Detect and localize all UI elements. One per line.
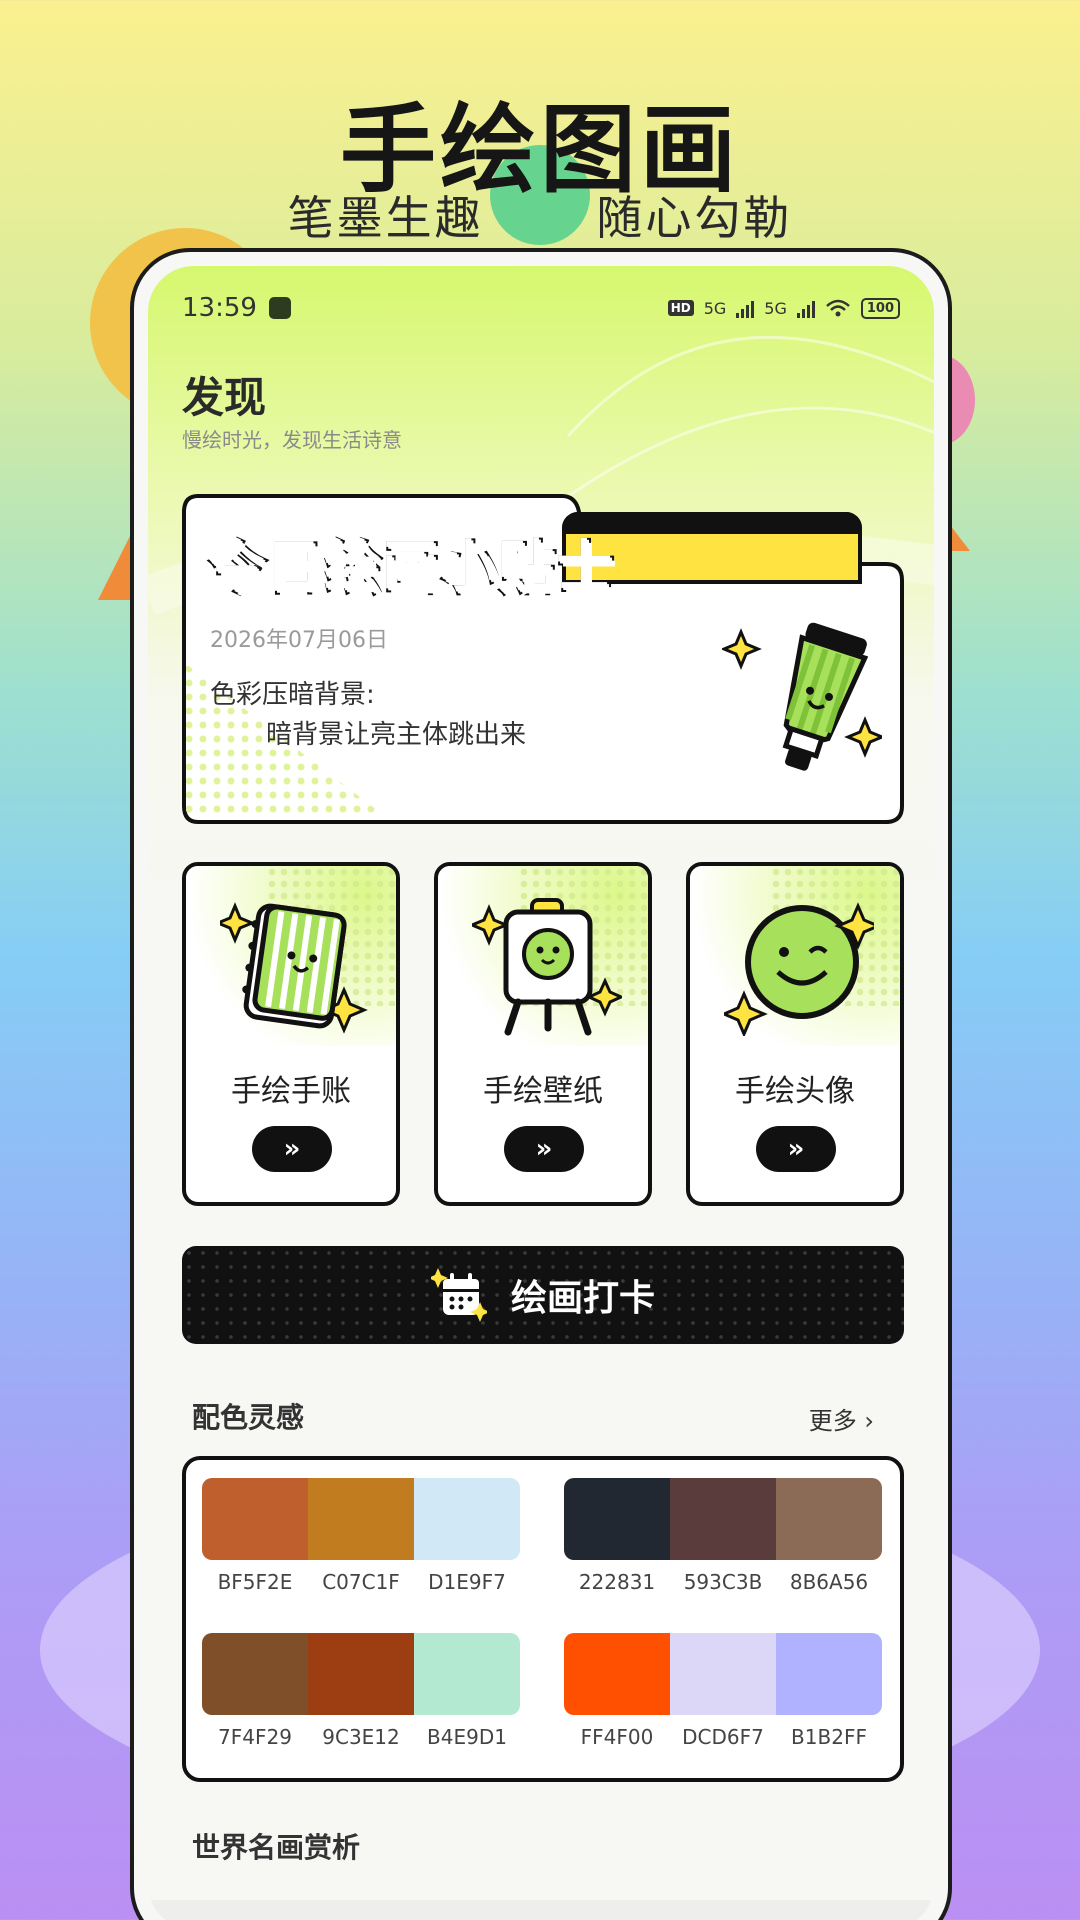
tip-date: 2026年07月06日 (210, 628, 388, 653)
feature-card-avatar[interactable]: 手绘头像 » (686, 862, 904, 1206)
daily-tip-card[interactable]: 今日绘画小贴士 2026年07月06日 色彩压暗背景: 暗背景让亮主体跳出来 (182, 494, 904, 824)
palette-card: BF5F2E C07C1F D1E9F7 222831 593C3B 8B6A5… (182, 1456, 904, 1782)
color-swatch[interactable]: DCD6F7 (670, 1633, 776, 1749)
notebook-icon (220, 902, 368, 1034)
color-swatch[interactable]: C07C1F (308, 1478, 414, 1594)
color-swatch[interactable]: D1E9F7 (414, 1478, 520, 1594)
color-swatch[interactable]: 7F4F29 (202, 1633, 308, 1749)
go-button-wallpaper[interactable]: » (504, 1126, 584, 1172)
palette-section-title: 配色灵感 (192, 1401, 305, 1434)
feature-row: 手绘手账 » 手绘壁纸 » 手绘头像 » (182, 862, 904, 1206)
signal-icon-2 (796, 298, 815, 318)
network-label-1: 5G (703, 298, 727, 318)
color-swatch[interactable]: B4E9D1 (414, 1633, 520, 1749)
palette-more-link[interactable]: 更多 › (809, 1401, 874, 1436)
app-screen: 13:59 HD 5G 5G 100 发现 慢绘时光，发现生活诗意 今日绘画小贴… (148, 266, 934, 1920)
checkin-label: 绘画打卡 (510, 1278, 655, 1319)
masterpieces-section-title: 世界名画赏析 (192, 1831, 361, 1864)
signal-icon-1 (736, 298, 755, 318)
palette-4[interactable]: FF4F00 DCD6F7 B1B2FF (564, 1633, 882, 1749)
go-button-journal[interactable]: » (252, 1126, 332, 1172)
color-swatch[interactable]: 8B6A56 (776, 1478, 882, 1594)
palette-3[interactable]: 7F4F29 9C3E12 B4E9D1 (202, 1633, 520, 1749)
status-time: 13:59 (182, 293, 257, 323)
checkin-button[interactable]: 绘画打卡 (182, 1246, 904, 1344)
color-swatch[interactable]: 9C3E12 (308, 1633, 414, 1749)
hd-icon: HD (667, 300, 694, 316)
page-title: 发现 (182, 373, 267, 422)
color-swatch[interactable]: BF5F2E (202, 1478, 308, 1594)
battery-icon: 100 (860, 297, 900, 319)
feature-label: 手绘壁纸 (483, 1074, 603, 1109)
more-label: 更多 (808, 1407, 857, 1435)
color-swatch[interactable]: 593C3B (670, 1478, 776, 1594)
chevron-right-icon: › (864, 1407, 874, 1435)
palette-2[interactable]: 222831 593C3B 8B6A56 (564, 1478, 882, 1594)
feature-label: 手绘头像 (735, 1074, 855, 1109)
app-notification-icon (268, 297, 291, 319)
feature-card-wallpaper[interactable]: 手绘壁纸 » (434, 862, 652, 1206)
color-swatch[interactable]: 222831 (564, 1478, 670, 1594)
go-button-avatar[interactable]: » (756, 1126, 836, 1172)
phone-frame: 13:59 HD 5G 5G 100 发现 慢绘时光，发现生活诗意 今日绘画小贴… (130, 248, 952, 1920)
status-bar: 13:59 HD 5G 5G 100 (182, 288, 900, 328)
easel-icon (472, 898, 622, 1036)
paint-tube-icon (722, 622, 882, 771)
page-subtitle: 慢绘时光，发现生活诗意 (182, 428, 402, 452)
calendar-icon (430, 1268, 487, 1322)
smiley-icon (724, 902, 874, 1036)
network-label-2: 5G (764, 298, 787, 318)
wifi-icon (826, 299, 850, 317)
tip-heading: 今日绘画小贴士 (208, 535, 616, 604)
palette-1[interactable]: BF5F2E C07C1F D1E9F7 (202, 1478, 520, 1594)
bottom-tab-bar[interactable] (148, 1900, 934, 1920)
tip-label: 色彩压暗背景: (210, 680, 375, 710)
tip-text: 暗背景让亮主体跳出来 (266, 720, 527, 750)
color-swatch[interactable]: FF4F00 (564, 1633, 670, 1749)
promo-subtitle: 笔墨生趣 随心勾勒 (287, 191, 793, 245)
color-swatch[interactable]: B1B2FF (776, 1633, 882, 1749)
feature-card-journal[interactable]: 手绘手账 » (182, 862, 400, 1206)
feature-label: 手绘手账 (231, 1074, 351, 1109)
